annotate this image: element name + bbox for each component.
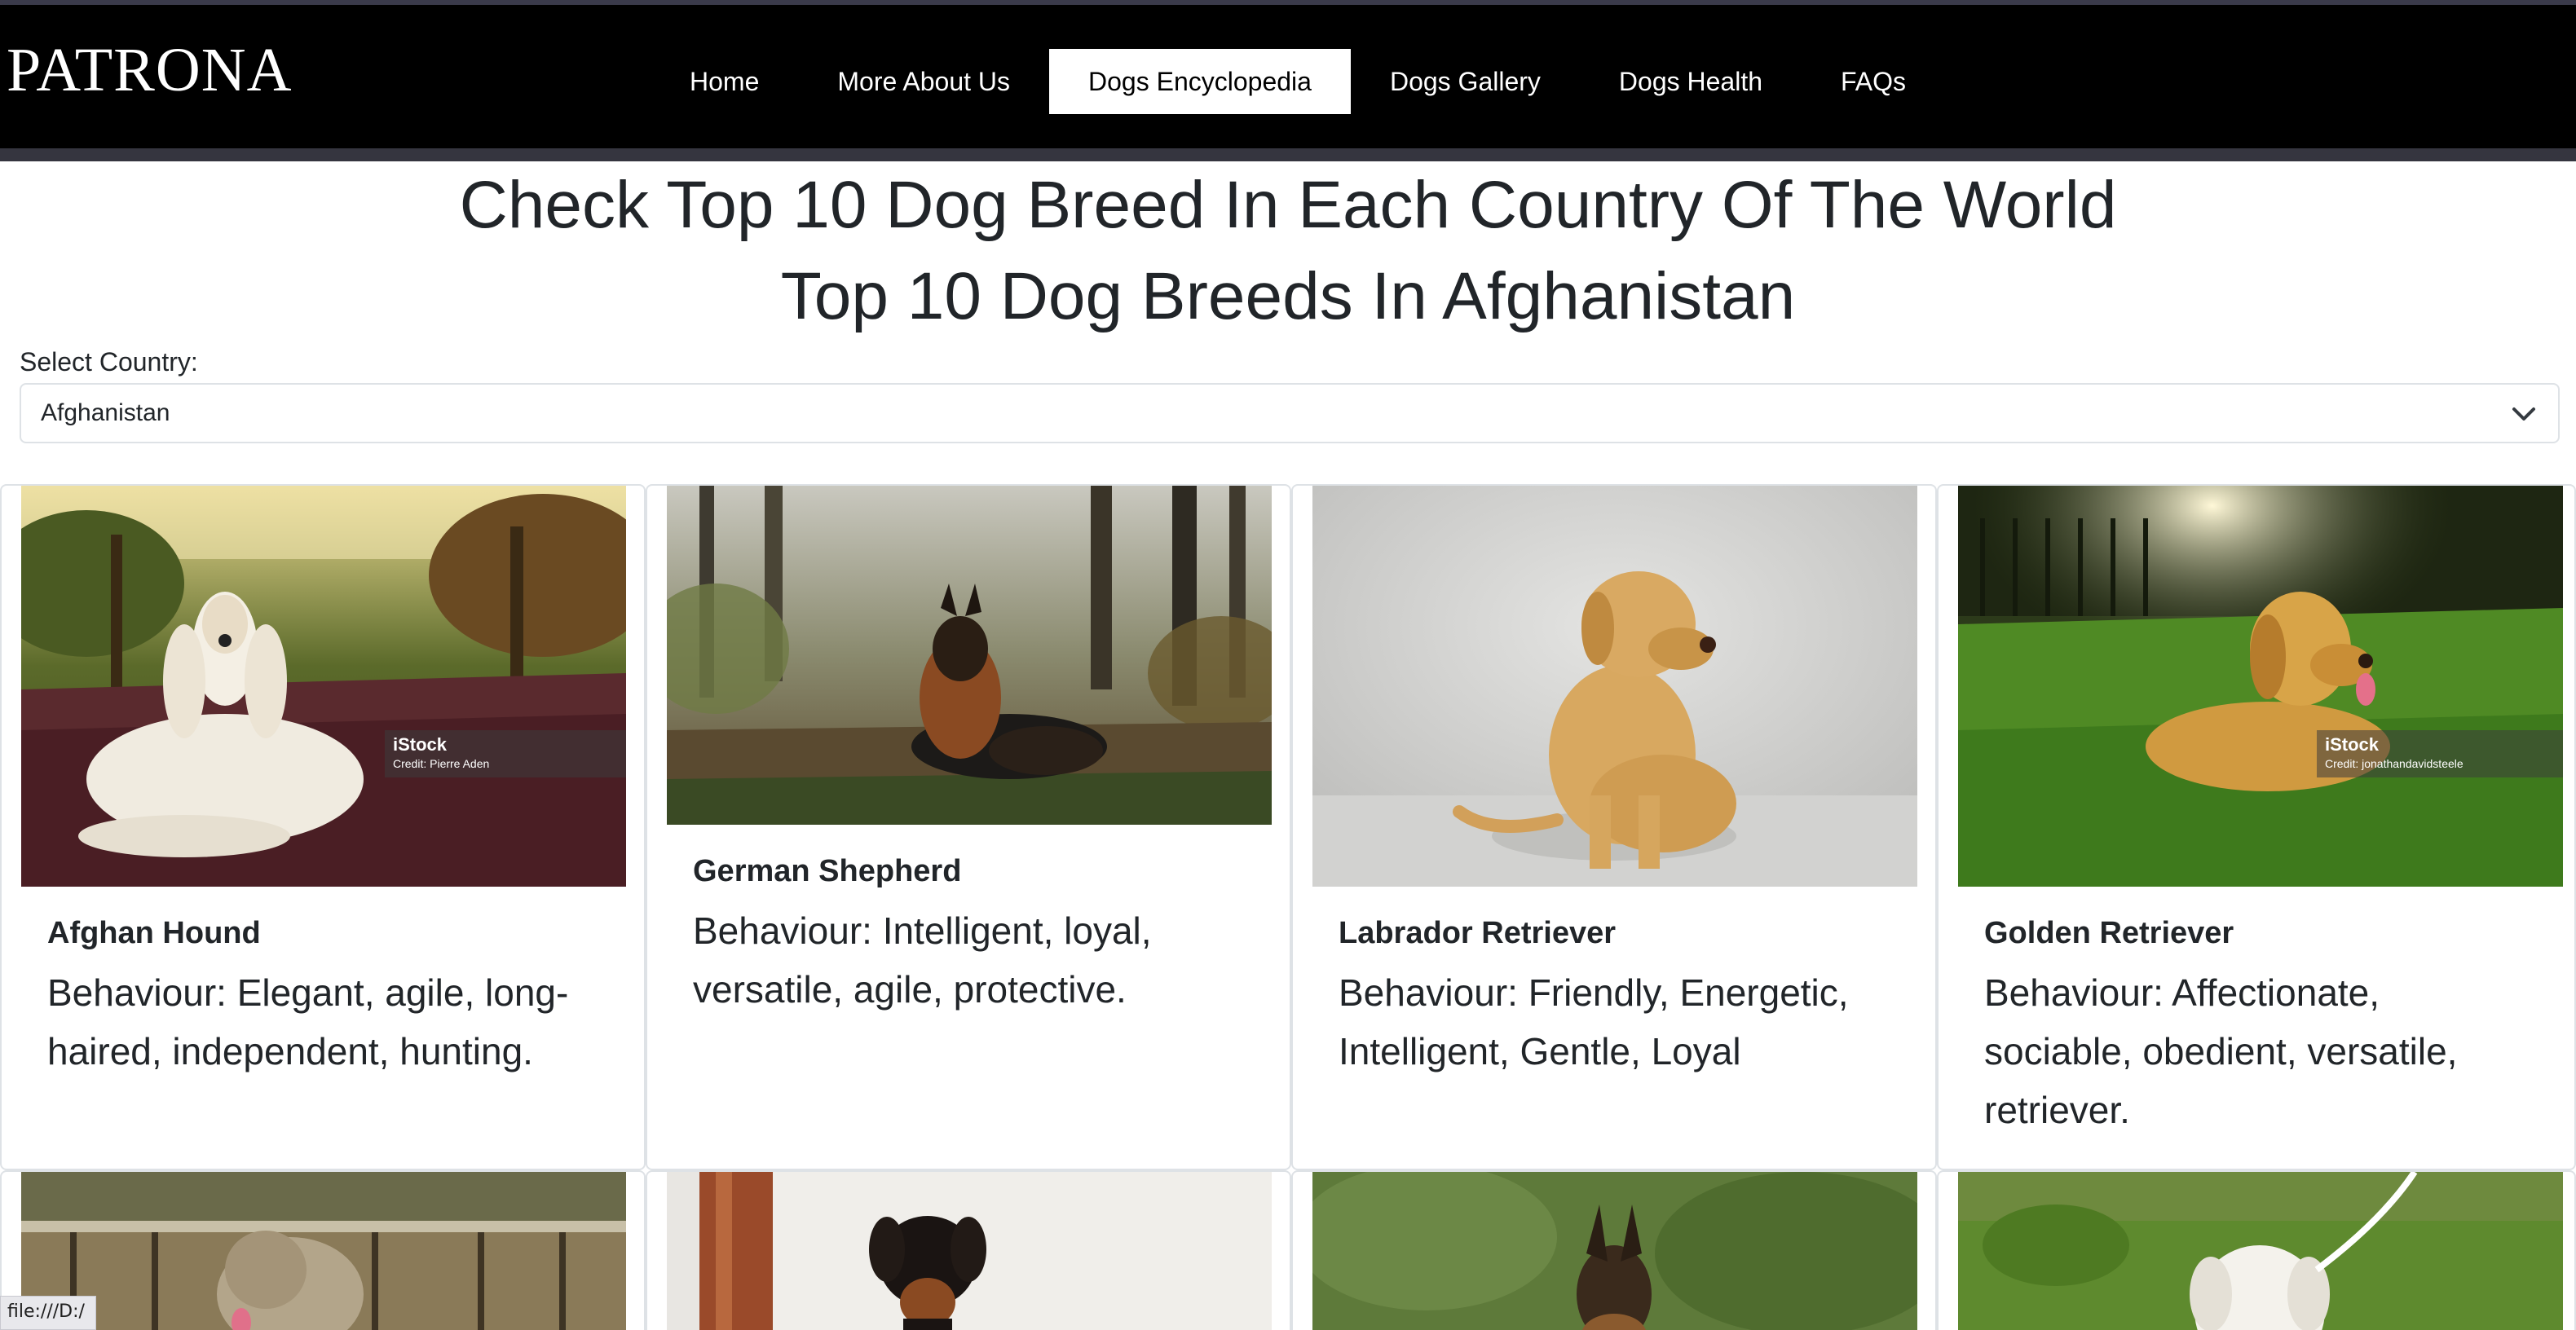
nav-item-more-about-us[interactable]: More About Us xyxy=(798,49,1049,114)
nav-item-home[interactable]: Home xyxy=(651,49,798,114)
istock-watermark: iStock Credit: Pierre Aden xyxy=(385,730,626,777)
card-title: Afghan Hound xyxy=(47,916,261,950)
irish-wolfhound-photo xyxy=(21,1172,626,1330)
breed-card[interactable]: Labrador Retriever Behaviour: Friendly, … xyxy=(1291,484,1937,1170)
card-title: Golden Retriever xyxy=(1984,916,2234,950)
watermark-credit: Credit: jonathandavidsteele xyxy=(2325,757,2464,770)
browser-status-bar: file:///D:/ xyxy=(0,1296,96,1330)
chevron-down-icon xyxy=(2512,407,2535,421)
brand-logo[interactable]: PATRONA xyxy=(7,39,293,101)
istock-watermark: iStock Credit: jonathandavidsteele xyxy=(2317,730,2563,777)
nav-menu: Home More About Us Dogs Encyclopedia Dog… xyxy=(651,49,1945,114)
breed-card[interactable] xyxy=(1937,1170,2576,1330)
watermark-brand: iStock xyxy=(393,734,448,755)
labrador-retriever-photo xyxy=(1312,486,1917,887)
navbar: PATRONA Home More About Us Dogs Encyclop… xyxy=(0,5,2576,148)
country-select[interactable]: Afghanistan xyxy=(20,383,2560,443)
country-select-label: Select Country: xyxy=(20,347,198,377)
breed-card[interactable] xyxy=(646,1170,1291,1330)
card-title: German Shepherd xyxy=(693,854,962,888)
breed-card[interactable] xyxy=(0,1170,646,1330)
afghan-hound-photo: iStock Credit: Pierre Aden xyxy=(21,486,626,887)
card-behaviour: Behaviour: Affectionate, sociable, obedi… xyxy=(1984,971,2458,1131)
card-behaviour: Behaviour: Friendly, Energetic, Intellig… xyxy=(1339,971,1849,1072)
card-behaviour: Behaviour: Intelligent, loyal, versatile… xyxy=(693,909,1152,1011)
white-dog-on-leash-photo xyxy=(1958,1172,2563,1330)
breed-card[interactable] xyxy=(1291,1170,1937,1330)
card-title: Labrador Retriever xyxy=(1339,916,1617,950)
nav-item-dogs-health[interactable]: Dogs Health xyxy=(1580,49,1802,114)
country-select-value: Afghanistan xyxy=(41,399,170,426)
breed-card[interactable]: iStock Credit: Pierre Aden Afghan Hound … xyxy=(0,484,646,1170)
nav-item-dogs-encyclopedia[interactable]: Dogs Encyclopedia xyxy=(1049,49,1351,114)
watermark-credit: Credit: Pierre Aden xyxy=(393,757,489,770)
watermark-brand: iStock xyxy=(2325,734,2380,755)
breed-card[interactable]: iStock Credit: jonathandavidsteele Golde… xyxy=(1937,484,2576,1170)
doberman-photo xyxy=(667,1172,1272,1330)
nav-item-dogs-gallery[interactable]: Dogs Gallery xyxy=(1351,49,1580,114)
breed-card[interactable]: German Shepherd Behaviour: Intelligent, … xyxy=(646,484,1291,1170)
page-subtitle: Top 10 Dog Breeds In Afghanistan xyxy=(780,259,1796,333)
page-title: Check Top 10 Dog Breed In Each Country O… xyxy=(459,168,2117,242)
golden-retriever-photo: iStock Credit: jonathandavidsteele xyxy=(1958,486,2563,887)
nav-item-faqs[interactable]: FAQs xyxy=(1802,49,1945,114)
german-shepherd-photo xyxy=(667,486,1272,825)
belgian-malinois-photo xyxy=(1312,1172,1917,1330)
breed-card-grid: iStock Credit: Pierre Aden Afghan Hound … xyxy=(0,484,2576,1330)
card-behaviour: Behaviour: Elegant, agile, long-haired, … xyxy=(47,971,569,1072)
